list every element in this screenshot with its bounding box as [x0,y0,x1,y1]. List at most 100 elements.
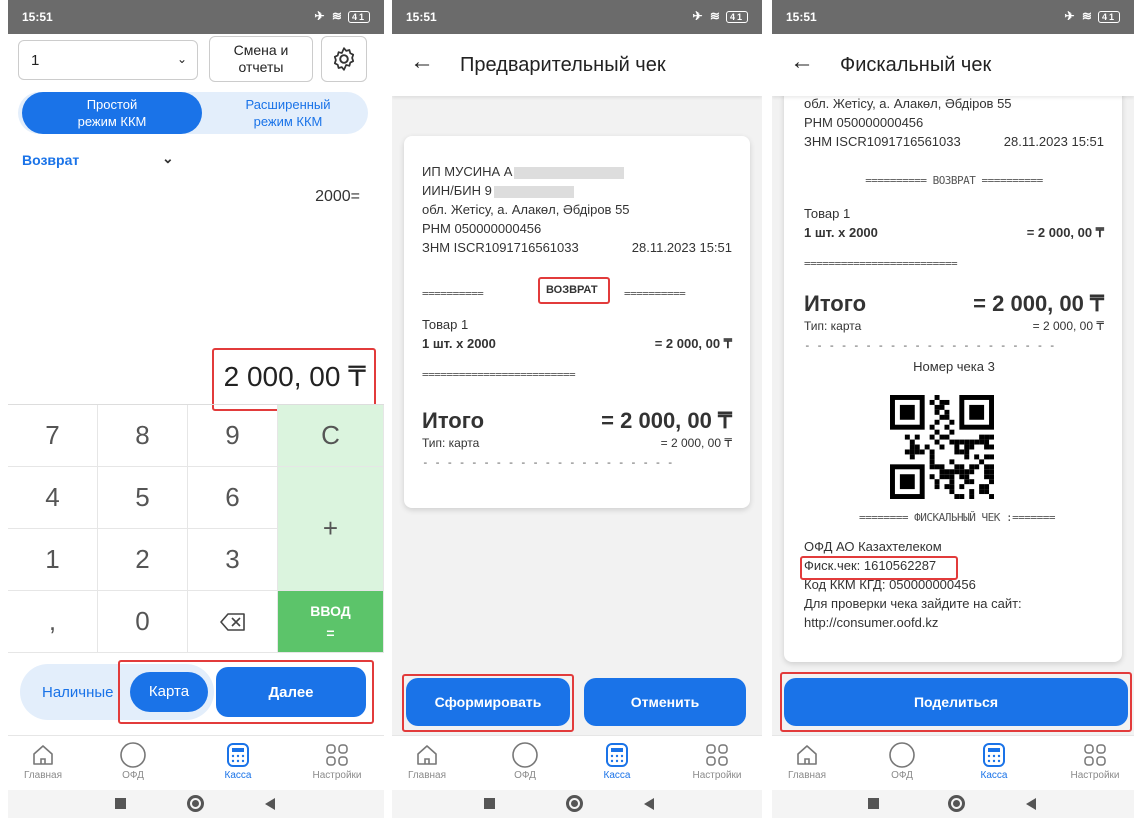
address-line: обл. Жетісу, а. Алакөл, Әбдіров 55 [804,96,1012,111]
battery-icon: 41 [725,11,748,23]
status-icons: ✈ ≋ 41 [693,9,748,23]
key-1[interactable]: 1 [8,529,98,591]
pay-cash-button[interactable]: Наличные [42,684,114,701]
total-line: Итого = 2 000, 00 ₸ [422,408,732,433]
nav-home-label: Главная [787,770,827,781]
nav-kassa[interactable]: Касса [959,740,1029,781]
back-arrow-icon[interactable]: ← [410,48,434,76]
key-9[interactable]: 9 [188,405,278,467]
expression-display: 2000= [315,188,360,205]
operation-value: Возврат [22,152,80,168]
key-plus[interactable]: + [278,467,384,591]
nav-settings[interactable]: Настройки [682,740,752,781]
nav-ofd[interactable]: ОФД [867,740,937,781]
payment-line: Тип: карта = 2 000, 00 ₸ [422,436,732,450]
settings-button[interactable] [321,36,367,82]
back-system-icon[interactable] [265,798,275,810]
grid-icon [706,744,728,766]
recent-apps-icon[interactable] [484,798,495,809]
fiscal-separator: ======== ФИСКАЛЬНЫЙ ЧЕК :======= [859,511,1055,524]
key-8[interactable]: 8 [98,405,188,467]
backspace-icon [219,612,245,631]
key-5[interactable]: 5 [98,467,188,529]
nav-home-label: Главная [23,770,63,781]
calculator-icon [227,743,249,767]
item-name: Товар 1 [804,206,851,221]
key-enter[interactable]: ВВОД = [278,591,384,653]
key-comma[interactable]: , [8,591,98,653]
gear-icon [333,47,355,71]
ofd-icon [120,742,146,768]
back-system-icon[interactable] [644,798,654,810]
grid-icon [1084,744,1106,766]
chevron-down-icon: ⌄ [162,150,174,166]
chevron-down-icon: ⌄ [176,52,187,66]
iin-line: ИИН/БИН 9 [422,181,732,200]
home-system-icon[interactable] [187,795,204,812]
status-bar: 15:51 ✈ ≋ 41 [8,0,384,34]
key-backspace[interactable] [188,591,278,653]
item-line: 1 шт. x 2000 = 2 000, 00 ₸ [422,336,732,351]
item-line: 1 шт. x 2000 = 2 000, 00 ₸ [804,225,1104,240]
screen-preliminary-receipt: 15:51 ✈ ≋ 41 ← Предварительный чек ИП МУС… [392,0,762,818]
shift-reports-button[interactable]: Смена и отчеты [209,36,313,82]
highlight-form-button [402,674,574,732]
nav-settings-label: Настройки [692,770,742,781]
key-7[interactable]: 7 [8,405,98,467]
register-select[interactable]: 1 ⌄ [18,40,198,80]
key-2[interactable]: 2 [98,529,188,591]
recent-apps-icon[interactable] [115,798,126,809]
receipt-card: ИП МУСИНА А ИИН/БИН 9 обл. Жетісу, а. Ал… [404,136,750,508]
key-4[interactable]: 4 [8,467,98,529]
calculator-icon [983,743,1005,767]
nav-home-label: Главная [407,770,447,781]
znm-line: ЗНМ ISCR1091716561033 28.11.2023 15:51 [422,240,732,255]
nav-settings[interactable]: Настройки [1060,740,1130,781]
nav-settings[interactable]: Настройки [302,740,372,781]
key-6[interactable]: 6 [188,467,278,529]
key-3[interactable]: 3 [188,529,278,591]
back-system-icon[interactable] [1026,798,1036,810]
screen-fiscal-receipt: обл. Жетісу, а. Алакөл, Әбдіров 55 РНМ 0… [772,0,1134,818]
key-0[interactable]: 0 [98,591,188,653]
operation-select[interactable]: Возврат ⌄ [22,150,182,174]
calculator-icon [606,743,628,767]
mode-extended-button[interactable]: Расширенный режим ККМ [208,92,368,134]
system-nav [8,790,384,818]
check-site-line: Для проверки чека зайдите на сайт: [804,596,1022,611]
status-icons: ✈ ≋ 41 [315,9,370,23]
key-clear[interactable]: C [278,405,384,467]
nav-home[interactable]: Главная [392,740,462,781]
cancel-button[interactable]: Отменить [584,678,746,726]
nav-kassa[interactable]: Касса [582,740,652,781]
rnm-line: РНМ 050000000456 [422,221,542,236]
register-select-value: 1 [31,52,40,69]
nav-home[interactable]: Главная [8,740,78,781]
nav-home[interactable]: Главная [772,740,842,781]
ofd-icon [889,742,915,768]
home-icon [797,745,817,765]
highlight-operation [538,277,610,304]
nav-kassa-label: Касса [603,770,631,781]
screen-kassa: 15:51 ✈ ≋ 41 1 ⌄ Смена и отчеты Простой р… [8,0,384,818]
status-icons: ✈ ≋ 41 [1065,9,1120,23]
item-name: Товар 1 [422,317,469,332]
page-title: Предварительный чек [460,54,666,76]
separator: ========================= [422,368,576,381]
nav-kassa[interactable]: Касса [203,740,273,781]
qr-code-icon [890,395,994,499]
address-line: обл. Жетісу, а. Алакөл, Әбдіров 55 [422,202,630,217]
back-arrow-icon[interactable]: ← [790,48,814,76]
status-time: 15:51 [406,10,437,24]
highlight-amount [212,348,376,411]
header: ← Предварительный чек [392,34,762,96]
mode-simple-button[interactable]: Простой режим ККМ [22,92,202,134]
nav-ofd[interactable]: ОФД [490,740,560,781]
nav-ofd-label: ОФД [514,770,536,781]
recent-apps-icon[interactable] [868,798,879,809]
nav-ofd[interactable]: ОФД [98,740,168,781]
site-url[interactable]: http://consumer.oofd.kz [804,613,1110,632]
payment-line: Тип: карта = 2 000, 00 ₸ [804,319,1104,333]
home-system-icon[interactable] [566,795,583,812]
home-system-icon[interactable] [948,795,965,812]
